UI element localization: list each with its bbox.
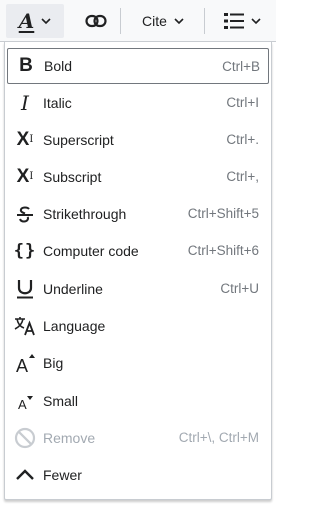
menu-item-shortcut: Ctrl+, [226,169,259,184]
small-text-glyph: A [18,397,27,412]
text-style-icon: A [18,9,35,33]
menu-item-shortcut: Ctrl+U [220,281,259,296]
chevron-down-icon [250,18,261,25]
menu-item-label: Subscript [43,168,102,185]
menu-item-subscript[interactable]: XI Subscript Ctrl+, [5,158,271,195]
big-text-icon: A [13,351,37,375]
link-button[interactable] [78,4,114,38]
big-text-glyph: A [16,356,28,374]
cite-button[interactable]: Cite [128,4,198,38]
menu-item-label: Underline [43,280,103,297]
menu-item-shortcut: Ctrl+Shift+5 [187,206,259,221]
bullet-list-icon [223,13,244,29]
menu-item-italic[interactable]: I Italic Ctrl+I [5,84,271,121]
menu-item-label: Bold [44,58,73,74]
subscript-icon: XI [13,165,37,189]
menu-item-language[interactable]: Language [5,307,271,344]
superscript-icon: XI [13,128,37,152]
text-style-button[interactable]: A [6,4,64,38]
menu-item-label: Big [43,354,64,371]
menu-item-computer-code[interactable]: {} Computer code Ctrl+Shift+6 [5,232,271,269]
link-icon [85,14,107,28]
menu-item-shortcut: Ctrl+Shift+6 [187,243,259,258]
editor-toolbar: A Cite [0,0,276,42]
toolbar-divider [120,8,121,34]
menu-item-label: Remove [43,429,96,446]
language-icon [13,314,37,338]
superscript-mark: I [29,134,34,145]
subscript-glyph: X [16,165,30,187]
toolbar-divider [204,8,205,34]
bold-icon: B [19,55,33,76]
menu-item-label: Small [43,392,79,409]
menu-item-label: Language [43,317,106,334]
underline-icon [13,277,37,301]
menu-item-shortcut: Ctrl+. [226,132,259,147]
menu-item-remove[interactable]: Remove Ctrl+\, Ctrl+M [5,419,271,456]
menu-item-shortcut: Ctrl+\, Ctrl+M [178,430,259,445]
text-style-menu: B Bold Ctrl+B I Italic Ctrl+I XI Supersc… [4,42,272,500]
menu-item-label: Superscript [43,131,114,148]
small-text-icon: A [13,389,37,413]
menu-item-bold[interactable]: B Bold Ctrl+B [7,48,269,84]
menu-item-strikethrough[interactable]: Strikethrough Ctrl+Shift+5 [5,195,271,232]
menu-item-small[interactable]: A Small [5,382,271,419]
cite-label: Cite [142,13,167,29]
menu-item-big[interactable]: A Big [5,344,271,381]
chevron-down-icon [174,18,184,25]
menu-item-label: Strikethrough [43,205,127,222]
menu-item-underline[interactable]: Underline Ctrl+U [5,270,271,307]
superscript-glyph: X [16,128,30,150]
menu-item-shortcut: Ctrl+B [222,58,260,74]
remove-format-icon [13,426,37,450]
code-icon: {} [13,240,37,261]
menu-item-fewer[interactable]: Fewer [5,456,271,493]
subscript-mark: I [29,171,34,182]
italic-icon: I [21,90,29,115]
strikethrough-icon [13,202,37,226]
chevron-down-icon [41,18,51,25]
menu-item-label: Fewer [43,466,82,483]
chevron-up-icon [13,463,37,487]
menu-item-shortcut: Ctrl+I [226,95,259,110]
menu-item-superscript[interactable]: XI Superscript Ctrl+. [5,121,271,158]
menu-item-label: Computer code [43,242,139,259]
list-button[interactable] [212,4,272,38]
menu-item-label: Italic [43,94,72,111]
